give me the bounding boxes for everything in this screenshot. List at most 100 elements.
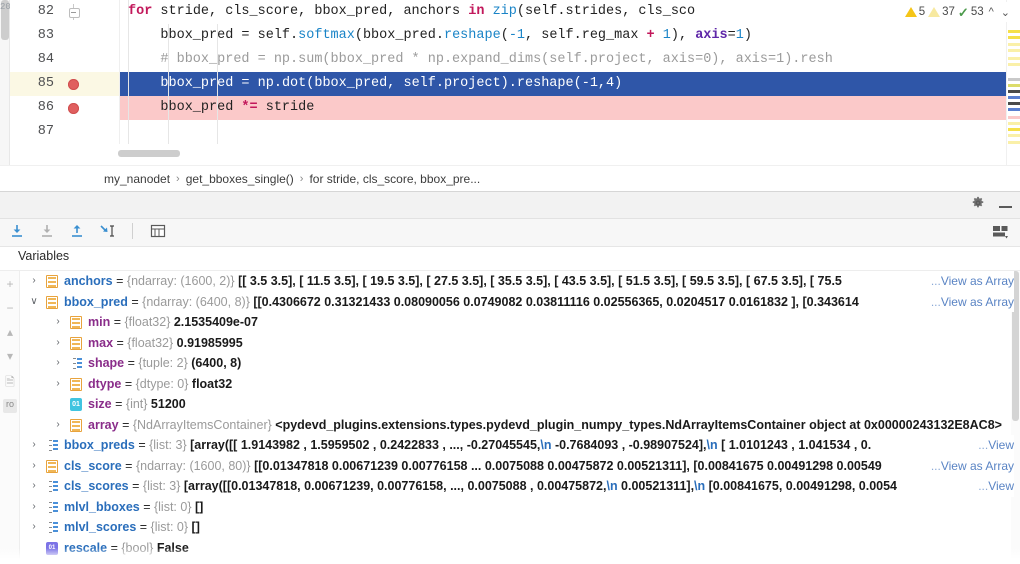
breadcrumb-item[interactable]: get_bboxes_single() xyxy=(186,172,294,186)
gear-icon[interactable] xyxy=(971,196,985,210)
variable-text: rescale = {bool} False xyxy=(64,538,189,559)
expand-arrow-icon[interactable]: › xyxy=(28,456,40,477)
chevron-up-icon[interactable]: ^ xyxy=(987,6,996,18)
line-gutter[interactable]: 84 xyxy=(10,48,120,72)
view-as-array-link[interactable]: ...View as Array xyxy=(928,455,1014,476)
view-as-array-link[interactable]: ...View xyxy=(976,435,1014,456)
paste-icon[interactable]: ro xyxy=(3,399,17,413)
variable-row[interactable]: › array = {NdArrayItemsContainer} <pydevd… xyxy=(20,415,1020,436)
checkmark-icon: ✓ xyxy=(957,4,969,20)
step-out-icon[interactable] xyxy=(68,222,86,240)
variable-row[interactable]: › cls_scores = {list: 3} [array([[0.01347… xyxy=(20,476,1020,497)
breadcrumb-item[interactable]: my_nanodet xyxy=(104,172,170,186)
variable-value: [] xyxy=(191,520,200,534)
variable-row[interactable]: › max = {float32} 0.91985995 xyxy=(20,333,1020,354)
view-as-array-link[interactable]: ...View xyxy=(976,476,1014,497)
variable-row[interactable]: › shape = {tuple: 2} (6400, 8) xyxy=(20,353,1020,374)
move-up-icon[interactable]: ▴ xyxy=(3,325,17,339)
view-as-array-link[interactable]: ...View as Array xyxy=(928,291,1014,312)
inspection-errors[interactable]: 5 xyxy=(904,6,925,18)
variable-value: (6400, 8) xyxy=(191,356,242,370)
step-into-icon[interactable] xyxy=(38,222,56,240)
editor-marker-stripe[interactable] xyxy=(1006,0,1020,165)
variable-name: dtype xyxy=(88,376,122,391)
expand-arrow-icon[interactable]: › xyxy=(28,476,40,497)
variable-row[interactable]: › cls_score = {ndarray: (1600, 80)} [[0.0… xyxy=(20,455,1020,477)
remove-icon[interactable]: − xyxy=(3,301,17,315)
expand-arrow-icon[interactable]: › xyxy=(28,517,40,538)
ndarray-icon xyxy=(70,418,82,432)
variables-scrollbar[interactable] xyxy=(1011,271,1020,564)
breakpoint-icon[interactable] xyxy=(68,79,79,90)
expand-arrow-icon[interactable]: › xyxy=(52,374,64,395)
variable-row[interactable]: ∨ bbox_pred = {ndarray: (6400, 8)} [[0.43… xyxy=(20,291,1020,313)
variable-type: {dtype: 0} xyxy=(135,376,192,391)
variable-value: 2.1535409e-07 xyxy=(173,315,258,329)
code-line[interactable]: 83 bbox_pred = self.softmax(bbox_pred.re… xyxy=(10,24,1020,48)
variable-row[interactable]: › min = {float32} 2.1535409e-07 xyxy=(20,312,1020,333)
inspection-warnings[interactable]: 37 xyxy=(928,6,955,18)
line-gutter[interactable]: 86 xyxy=(10,96,120,120)
editor-horizontal-scrollbar[interactable] xyxy=(118,150,180,157)
code-line[interactable]: 82 for stride, cls_score, bbox_pred, anch… xyxy=(10,0,1020,24)
variable-type: {ndarray: (6400, 8)} xyxy=(142,294,254,309)
variable-row[interactable]: › mlvl_bboxes = {list: 0} [] xyxy=(20,497,1020,518)
variable-row[interactable]: 01 size = {int} 51200 xyxy=(20,394,1020,415)
code-line[interactable]: 87 xyxy=(10,120,1020,144)
ndarray-icon xyxy=(70,336,82,350)
variable-row[interactable]: › dtype = {dtype: 0} float32 xyxy=(20,374,1020,395)
debugger-toolbar xyxy=(0,219,1020,247)
toolbar-divider xyxy=(132,223,133,239)
collapse-arrow-icon[interactable]: ∨ xyxy=(28,292,40,313)
line-gutter[interactable]: 85 xyxy=(10,72,120,96)
editor-left-scrollbar[interactable] xyxy=(0,0,10,165)
boolean-icon: 01 xyxy=(46,541,58,555)
code-line[interactable]: 85 bbox_pred = np.dot(bbox_pred, self.pr… xyxy=(10,72,1020,96)
layout-settings-icon[interactable] xyxy=(992,224,1010,245)
variable-name: bbox_preds xyxy=(64,438,135,452)
variable-value: [array([[0.01347818, 0.00671239, 0.00776… xyxy=(183,479,897,493)
equals-sign: = xyxy=(121,376,136,391)
variable-text: shape = {tuple: 2} (6400, 8) xyxy=(88,353,241,374)
expand-arrow-icon[interactable]: › xyxy=(52,415,64,436)
line-number: 87 xyxy=(37,124,54,139)
tab-variables[interactable]: Variables xyxy=(18,249,69,263)
variable-type: {tuple: 2} xyxy=(138,356,192,370)
line-gutter[interactable]: 87 xyxy=(10,120,120,144)
copy-icon[interactable]: 🗎 xyxy=(3,373,17,389)
add-icon[interactable]: + xyxy=(3,277,17,291)
force-step-into-icon[interactable] xyxy=(98,222,116,240)
variable-type: {list: 3} xyxy=(149,438,191,452)
variable-name: anchors xyxy=(64,274,113,288)
variable-type: {NdArrayItemsContainer} xyxy=(132,417,276,432)
breakpoint-icon[interactable] xyxy=(68,103,79,114)
expand-arrow-icon[interactable]: › xyxy=(52,312,64,333)
evaluate-expression-icon[interactable] xyxy=(149,222,167,240)
variables-tree[interactable]: › anchors = {ndarray: (1600, 2)} [[ 3.5 3… xyxy=(20,271,1020,564)
variable-row[interactable]: › mlvl_scores = {list: 0} [] xyxy=(20,517,1020,538)
code-line[interactable]: 84 # bbox_pred = np.sum(bbox_pred * np.e… xyxy=(10,48,1020,72)
step-over-icon[interactable] xyxy=(8,222,26,240)
line-gutter[interactable]: 83 xyxy=(10,24,120,48)
move-down-icon[interactable]: ▾ xyxy=(3,349,17,363)
variable-name: rescale xyxy=(64,540,108,555)
expand-arrow-icon[interactable]: › xyxy=(28,271,40,292)
variable-row[interactable]: › anchors = {ndarray: (1600, 2)} [[ 3.5 3… xyxy=(20,271,1020,292)
code-line[interactable]: 86 bbox_pred *= stride xyxy=(10,96,1020,120)
expand-arrow-icon[interactable]: › xyxy=(52,333,64,354)
code-fold-icon[interactable] xyxy=(68,4,80,20)
expand-arrow-icon[interactable]: › xyxy=(52,353,64,374)
pycharm-debugger-window: 20 82 for stride, cls_score, bbox_pred, a… xyxy=(0,0,1020,564)
line-gutter[interactable]: 82 xyxy=(10,0,120,24)
inspection-widget[interactable]: 5 37 ✓ 53 ^ ⌄ xyxy=(902,2,1014,22)
expand-arrow-icon[interactable]: › xyxy=(28,497,40,518)
chevron-down-icon[interactable]: ⌄ xyxy=(999,6,1012,19)
minimize-icon[interactable] xyxy=(999,199,1012,208)
variable-row[interactable]: › bbox_preds = {list: 3} [array([[ 1.9143… xyxy=(20,435,1020,456)
variable-row[interactable]: 01 rescale = {bool} False xyxy=(20,538,1020,559)
breadcrumb[interactable]: my_nanodet › get_bboxes_single() › for strid… xyxy=(0,165,1020,191)
expand-arrow-icon[interactable]: › xyxy=(28,435,40,456)
inspection-ok[interactable]: ✓ 53 xyxy=(958,6,984,19)
breadcrumb-item[interactable]: for stride, cls_score, bbox_pre... xyxy=(309,172,480,186)
view-as-array-link[interactable]: ...View as Array xyxy=(928,271,1014,292)
